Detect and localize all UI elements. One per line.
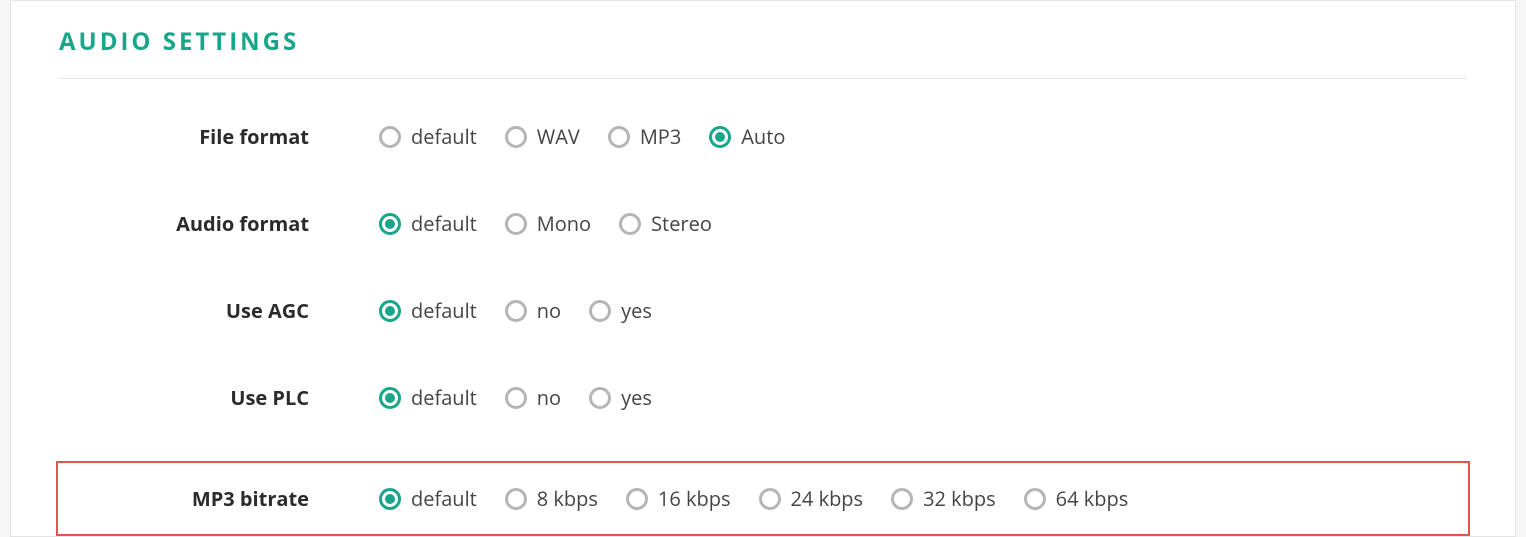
radio-icon bbox=[589, 300, 611, 322]
radio-file-format-wav[interactable]: WAV bbox=[505, 123, 580, 150]
radio-icon bbox=[505, 213, 527, 235]
options-use-plc: default no yes bbox=[379, 384, 652, 411]
radio-use-agc-default[interactable]: default bbox=[379, 297, 477, 324]
radio-label: default bbox=[411, 485, 477, 512]
options-audio-format: default Mono Stereo bbox=[379, 210, 712, 237]
radio-icon bbox=[626, 488, 648, 510]
row-file-format: File format default WAV MP3 Auto bbox=[59, 113, 1467, 160]
radio-mp3-bitrate-8[interactable]: 8 kbps bbox=[505, 485, 598, 512]
radio-label: 32 kbps bbox=[923, 485, 996, 512]
radio-icon bbox=[379, 300, 401, 322]
label-use-agc: Use AGC bbox=[59, 297, 379, 324]
section-title: AUDIO SETTINGS bbox=[59, 25, 1467, 79]
radio-icon bbox=[505, 488, 527, 510]
label-use-plc: Use PLC bbox=[59, 384, 379, 411]
radio-label: yes bbox=[621, 297, 652, 324]
radio-icon bbox=[379, 387, 401, 409]
radio-icon bbox=[505, 126, 527, 148]
row-use-plc: Use PLC default no yes bbox=[59, 374, 1467, 421]
radio-label: default bbox=[411, 384, 477, 411]
row-use-agc: Use AGC default no yes bbox=[59, 287, 1467, 334]
radio-label: Stereo bbox=[651, 210, 712, 237]
radio-label: WAV bbox=[537, 123, 580, 150]
radio-icon bbox=[1024, 488, 1046, 510]
radio-icon bbox=[379, 488, 401, 510]
label-mp3-bitrate: MP3 bitrate bbox=[59, 485, 379, 512]
radio-icon bbox=[379, 213, 401, 235]
label-file-format: File format bbox=[59, 123, 379, 150]
radio-label: 8 kbps bbox=[537, 485, 598, 512]
radio-icon bbox=[608, 126, 630, 148]
radio-file-format-default[interactable]: default bbox=[379, 123, 477, 150]
radio-label: MP3 bbox=[640, 123, 681, 150]
row-mp3-bitrate: MP3 bitrate default 8 kbps 16 kbps 24 kb… bbox=[56, 461, 1470, 536]
radio-label: default bbox=[411, 297, 477, 324]
radio-audio-format-mono[interactable]: Mono bbox=[505, 210, 591, 237]
radio-file-format-auto[interactable]: Auto bbox=[709, 123, 785, 150]
radio-icon bbox=[379, 126, 401, 148]
radio-icon bbox=[891, 488, 913, 510]
radio-label: Auto bbox=[741, 123, 785, 150]
radio-mp3-bitrate-default[interactable]: default bbox=[379, 485, 477, 512]
audio-settings-panel: AUDIO SETTINGS File format default WAV M… bbox=[10, 0, 1516, 537]
options-mp3-bitrate: default 8 kbps 16 kbps 24 kbps 32 kbps 6… bbox=[379, 485, 1128, 512]
radio-use-plc-no[interactable]: no bbox=[505, 384, 561, 411]
radio-use-agc-no[interactable]: no bbox=[505, 297, 561, 324]
radio-mp3-bitrate-64[interactable]: 64 kbps bbox=[1024, 485, 1129, 512]
radio-mp3-bitrate-24[interactable]: 24 kbps bbox=[759, 485, 864, 512]
radio-label: no bbox=[537, 297, 561, 324]
radio-label: no bbox=[537, 384, 561, 411]
radio-icon bbox=[759, 488, 781, 510]
radio-mp3-bitrate-16[interactable]: 16 kbps bbox=[626, 485, 731, 512]
radio-label: default bbox=[411, 123, 477, 150]
radio-label: 16 kbps bbox=[658, 485, 731, 512]
radio-use-plc-default[interactable]: default bbox=[379, 384, 477, 411]
radio-label: 64 kbps bbox=[1056, 485, 1129, 512]
options-use-agc: default no yes bbox=[379, 297, 652, 324]
radio-label: Mono bbox=[537, 210, 591, 237]
radio-label: yes bbox=[621, 384, 652, 411]
radio-icon bbox=[505, 300, 527, 322]
radio-icon bbox=[619, 213, 641, 235]
radio-use-plc-yes[interactable]: yes bbox=[589, 384, 652, 411]
row-audio-format: Audio format default Mono Stereo bbox=[59, 200, 1467, 247]
radio-icon bbox=[589, 387, 611, 409]
options-file-format: default WAV MP3 Auto bbox=[379, 123, 785, 150]
radio-icon bbox=[709, 126, 731, 148]
radio-icon bbox=[505, 387, 527, 409]
radio-file-format-mp3[interactable]: MP3 bbox=[608, 123, 681, 150]
label-audio-format: Audio format bbox=[59, 210, 379, 237]
radio-use-agc-yes[interactable]: yes bbox=[589, 297, 652, 324]
radio-audio-format-stereo[interactable]: Stereo bbox=[619, 210, 712, 237]
radio-label: default bbox=[411, 210, 477, 237]
radio-audio-format-default[interactable]: default bbox=[379, 210, 477, 237]
radio-mp3-bitrate-32[interactable]: 32 kbps bbox=[891, 485, 996, 512]
radio-label: 24 kbps bbox=[791, 485, 864, 512]
